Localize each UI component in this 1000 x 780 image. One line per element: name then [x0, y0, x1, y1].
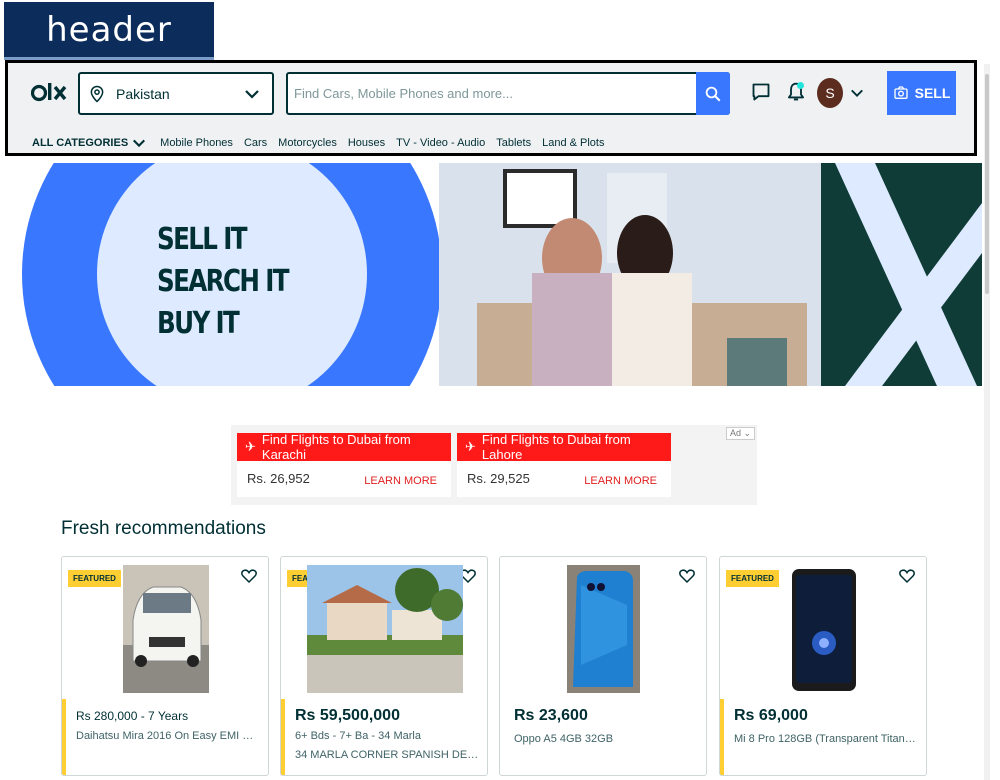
listing-title: Mi 8 Pro 128GB (Transparent Titaniu... — [734, 733, 918, 745]
search-icon — [705, 86, 721, 101]
camera-icon — [893, 86, 908, 99]
location-selector[interactable]: Pakistan — [78, 72, 274, 115]
olx-logo[interactable] — [30, 80, 69, 112]
ad-area: Ad ⌄ ✈ Find Flights to Dubai from Karach… — [231, 425, 757, 505]
listing-title: 34 MARLA CORNER SPANISH DESIG... — [295, 749, 479, 761]
heart-icon[interactable] — [240, 567, 258, 585]
category-link-tv-video-audio[interactable]: TV - Video - Audio — [396, 137, 485, 149]
listing-price: Rs 59,500,000 — [295, 707, 400, 724]
listing-price: Rs 23,600 — [514, 707, 588, 724]
category-nav: ALL CATEGORIES Mobile Phones Cars Motorc… — [32, 136, 615, 150]
site-header: Pakistan S SELL ALL CATEGORIES — [7, 62, 975, 154]
listing-image — [307, 565, 463, 693]
scrollbar-thumb[interactable] — [985, 74, 989, 294]
search-bar — [286, 72, 730, 115]
featured-bar — [720, 699, 724, 775]
olx-logo-mark — [30, 83, 67, 102]
chat-icon[interactable] — [751, 82, 771, 102]
sell-button[interactable]: SELL — [887, 71, 956, 115]
section-title: Fresh recommendations — [61, 518, 266, 539]
listing-title: Daihatsu Mira 2016 On Easy EMI Pro... — [76, 730, 260, 742]
heart-icon[interactable] — [898, 567, 916, 585]
listing-specs: 6+ Bds - 7+ Ba - 34 Marla — [295, 730, 421, 742]
ad-price: Rs. 26,952 — [247, 471, 310, 486]
featured-badge: FEATURED — [68, 570, 121, 587]
all-categories-button[interactable]: ALL CATEGORIES — [32, 137, 128, 149]
plane-icon: ✈ — [245, 439, 256, 454]
header-annotation-label: header — [4, 2, 214, 60]
ad-card[interactable]: ✈ Find Flights to Dubai from Lahore Rs. … — [457, 432, 671, 497]
search-button[interactable] — [696, 72, 730, 115]
plane-icon: ✈ — [465, 439, 476, 454]
banner-slogan: SELL IT SEARCH IT BUY IT — [157, 219, 290, 345]
avatar[interactable]: S — [817, 78, 843, 108]
heart-icon[interactable] — [678, 567, 696, 585]
hero-banner[interactable]: SELL IT SEARCH IT BUY IT — [7, 163, 982, 386]
learn-more-link[interactable]: LEARN MORE — [584, 475, 657, 487]
category-link-land-plots[interactable]: Land & Plots — [542, 137, 604, 149]
listing-image — [123, 565, 209, 693]
ad-card-header: ✈ Find Flights to Dubai from Karachi — [237, 432, 451, 462]
search-input[interactable] — [288, 74, 696, 113]
learn-more-link[interactable]: LEARN MORE — [364, 475, 437, 487]
ad-choices-chip[interactable]: Ad ⌄ — [725, 427, 755, 440]
ad-card[interactable]: ✈ Find Flights to Dubai from Karachi Rs.… — [237, 432, 451, 497]
chevron-down-icon[interactable] — [132, 136, 146, 150]
sell-label: SELL — [914, 85, 951, 101]
listing-card[interactable]: FEATURED Rs 69,000 Mi 8 Pro 128GB (Trans… — [719, 556, 927, 776]
notification-dot — [797, 82, 804, 89]
hero-banner-art — [7, 163, 982, 386]
featured-badge: FEATURED — [726, 570, 779, 587]
ad-title: Find Flights to Dubai from Karachi — [261, 432, 411, 462]
category-link-mobile-phones[interactable]: Mobile Phones — [160, 137, 233, 149]
category-link-motorcycles[interactable]: Motorcycles — [278, 137, 337, 149]
chevron-down-icon — [245, 90, 259, 99]
featured-bar — [62, 699, 66, 775]
listing-card[interactable]: FEATURED Rs 280,000 - 7 Years Daihatsu M… — [61, 556, 269, 776]
listing-title: Oppo A5 4GB 32GB — [514, 733, 614, 745]
page-scrollbar[interactable] — [984, 64, 990, 780]
listing-price: Rs 69,000 — [734, 707, 808, 724]
listing-image — [788, 565, 860, 693]
ad-title: Find Flights to Dubai from Lahore — [481, 432, 631, 462]
featured-bar — [281, 699, 285, 775]
listing-price: Rs 280,000 - 7 Years — [76, 709, 189, 723]
listing-image — [567, 565, 640, 693]
location-pin-icon — [90, 85, 104, 103]
banner-line: BUY IT — [157, 306, 240, 341]
ad-chip-label: Ad — [729, 428, 741, 438]
banner-line: SEARCH IT — [157, 264, 290, 299]
listing-card[interactable]: FEATURED Rs 59,500,000 6+ Bds - 7+ Ba - … — [280, 556, 488, 776]
category-link-cars[interactable]: Cars — [244, 137, 267, 149]
location-value: Pakistan — [116, 85, 170, 102]
category-link-houses[interactable]: Houses — [348, 137, 385, 149]
ad-price: Rs. 29,525 — [467, 471, 530, 486]
banner-line: SELL IT — [157, 222, 248, 257]
category-link-tablets[interactable]: Tablets — [496, 137, 531, 149]
chevron-down-icon[interactable] — [850, 86, 864, 100]
listing-card[interactable]: Rs 23,600 Oppo A5 4GB 32GB — [499, 556, 707, 776]
ad-card-header: ✈ Find Flights to Dubai from Lahore — [457, 432, 671, 462]
